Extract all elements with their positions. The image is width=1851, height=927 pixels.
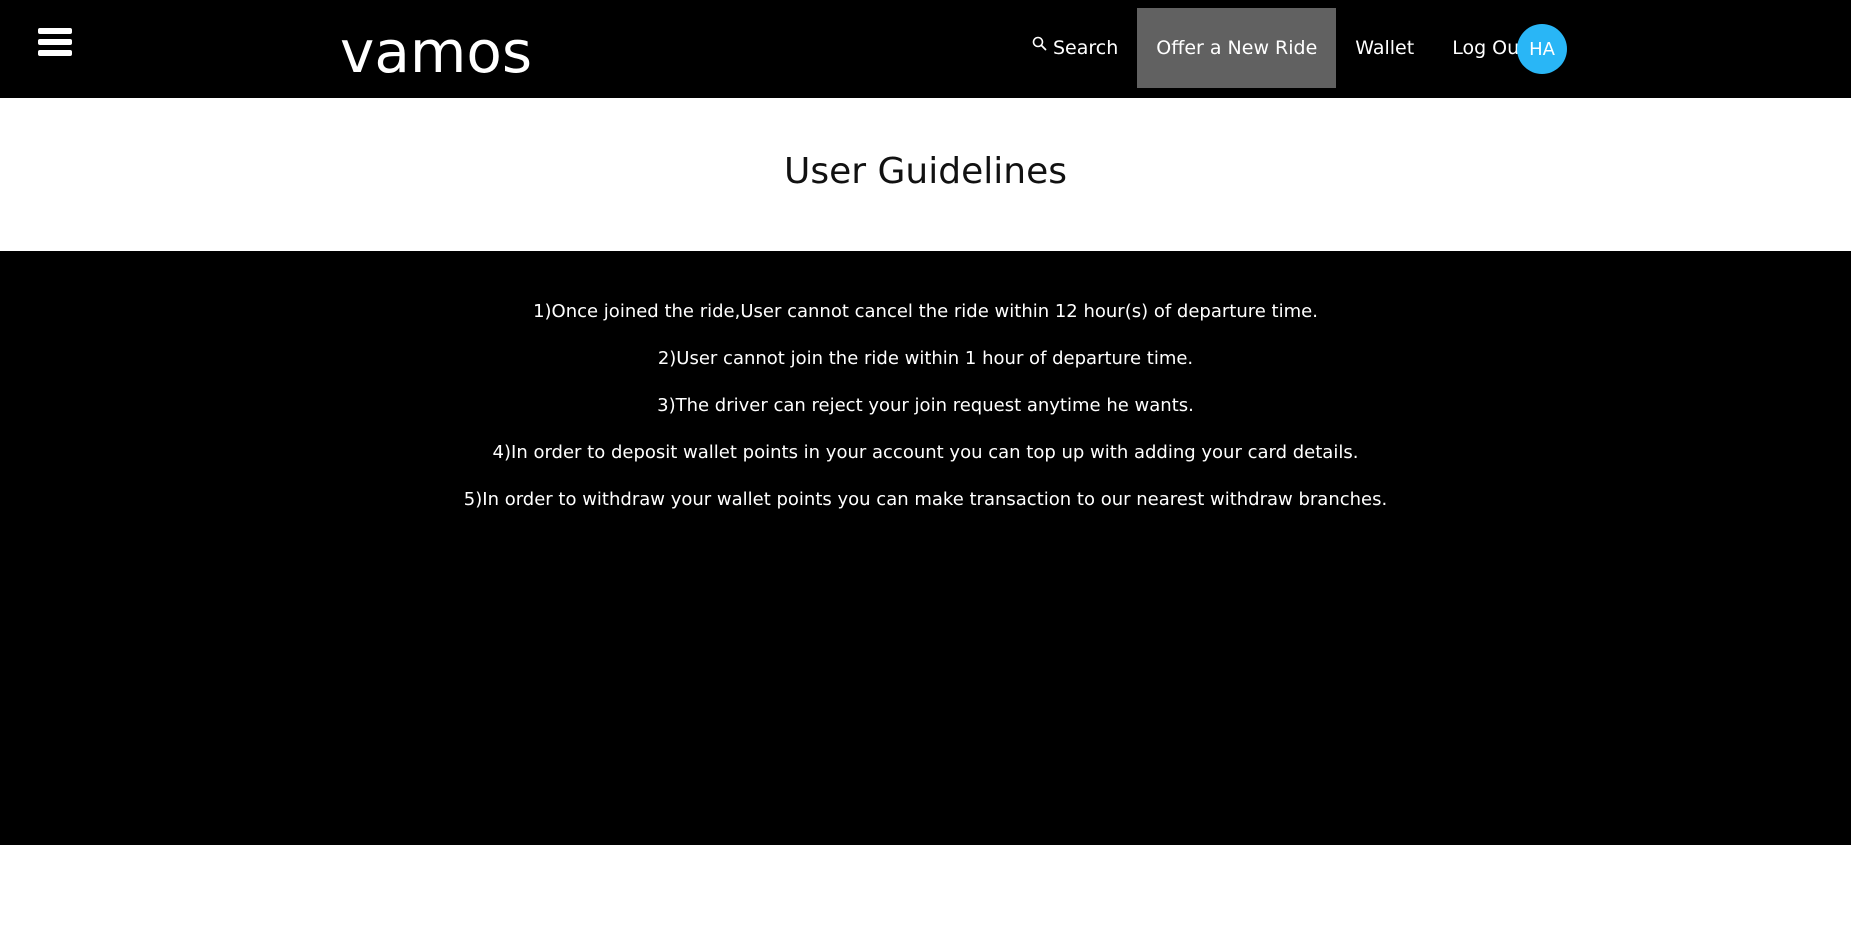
nav-links: Search Offer a New Ride Wallet Log Out — [1012, 8, 1546, 88]
guideline-item: 2)User cannot join the ride within 1 hou… — [657, 348, 1194, 369]
hamburger-menu-icon[interactable] — [38, 28, 74, 60]
guideline-item: 5)In order to withdraw your wallet point… — [463, 489, 1388, 510]
top-navbar: vamos Search Offer a New Ride Wallet Log… — [0, 0, 1851, 98]
offer-new-ride-link[interactable]: Offer a New Ride — [1137, 8, 1337, 88]
page-footer-space — [0, 845, 1851, 927]
search-link[interactable]: Search — [1012, 8, 1137, 88]
guideline-item: 1)Once joined the ride,User cannot cance… — [533, 301, 1318, 322]
search-icon — [1031, 35, 1049, 53]
brand-logo[interactable]: vamos — [340, 14, 532, 90]
guidelines-section: 1)Once joined the ride,User cannot cance… — [0, 251, 1851, 845]
title-band: User Guidelines — [0, 98, 1851, 251]
guideline-item: 4)In order to deposit wallet points in y… — [492, 442, 1359, 463]
page-title: User Guidelines — [784, 151, 1067, 192]
wallet-link[interactable]: Wallet — [1336, 8, 1433, 88]
user-avatar[interactable]: HA — [1517, 24, 1567, 74]
search-link-label: Search — [1053, 37, 1119, 59]
guideline-item: 3)The driver can reject your join reques… — [657, 395, 1194, 416]
